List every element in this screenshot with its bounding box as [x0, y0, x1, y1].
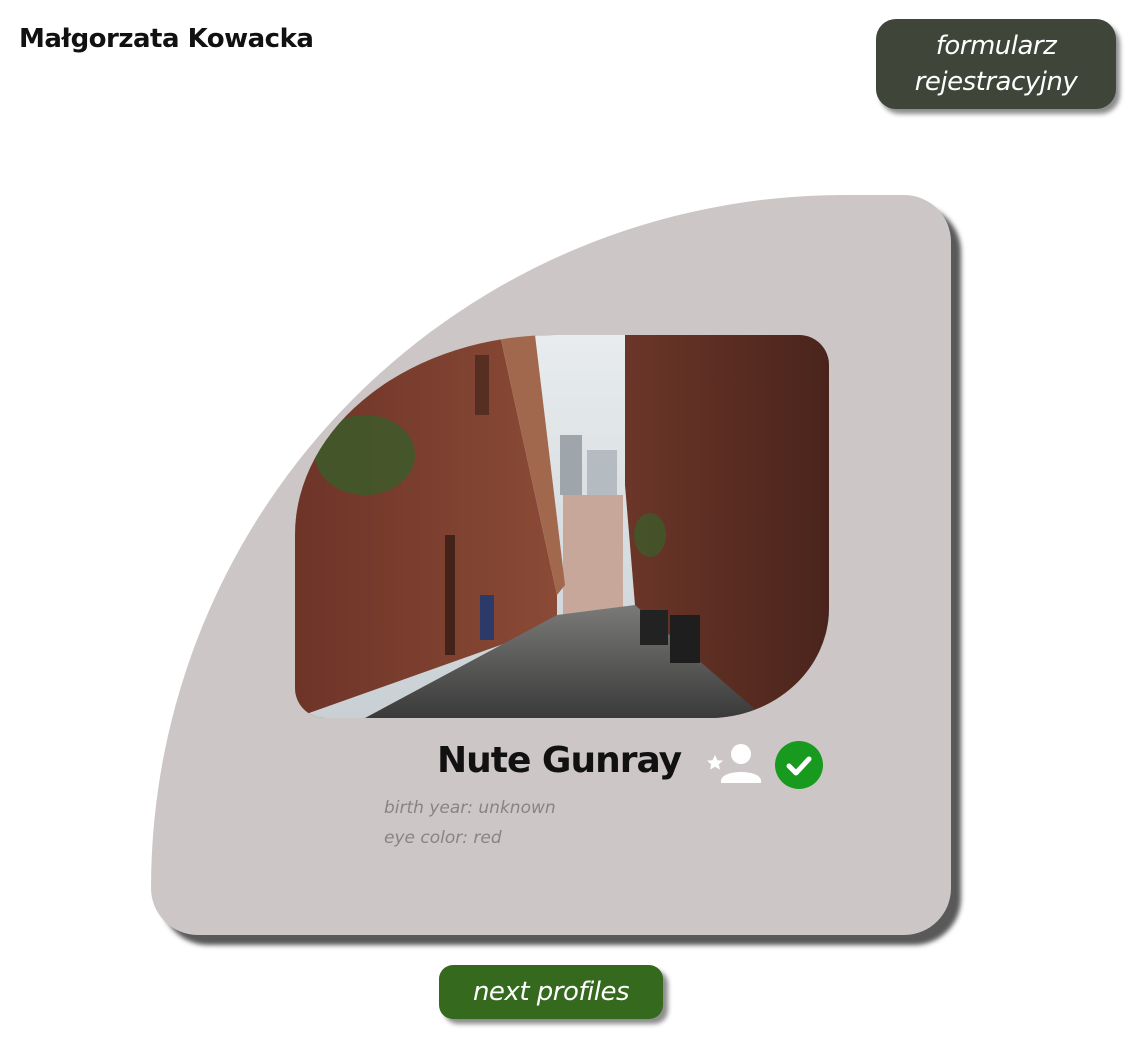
profile-card: Nute Gunray birth year: unknown eye colo… — [151, 195, 951, 935]
author-name: Małgorzata Kowacka — [19, 24, 314, 54]
registration-form-button[interactable]: formularz rejestracyjny — [876, 19, 1116, 109]
next-profiles-button[interactable]: next profiles — [439, 965, 663, 1019]
add-user-star-icon[interactable] — [707, 743, 763, 785]
profile-name: Nute Gunray — [437, 740, 682, 781]
check-circle-icon[interactable] — [775, 741, 823, 789]
page: Małgorzata Kowacka formularz rejestracyj… — [0, 0, 1131, 1048]
profile-photo — [295, 335, 829, 718]
birth-year-text: birth year: unknown — [384, 798, 556, 818]
eye-color-text: eye color: red — [384, 828, 502, 848]
